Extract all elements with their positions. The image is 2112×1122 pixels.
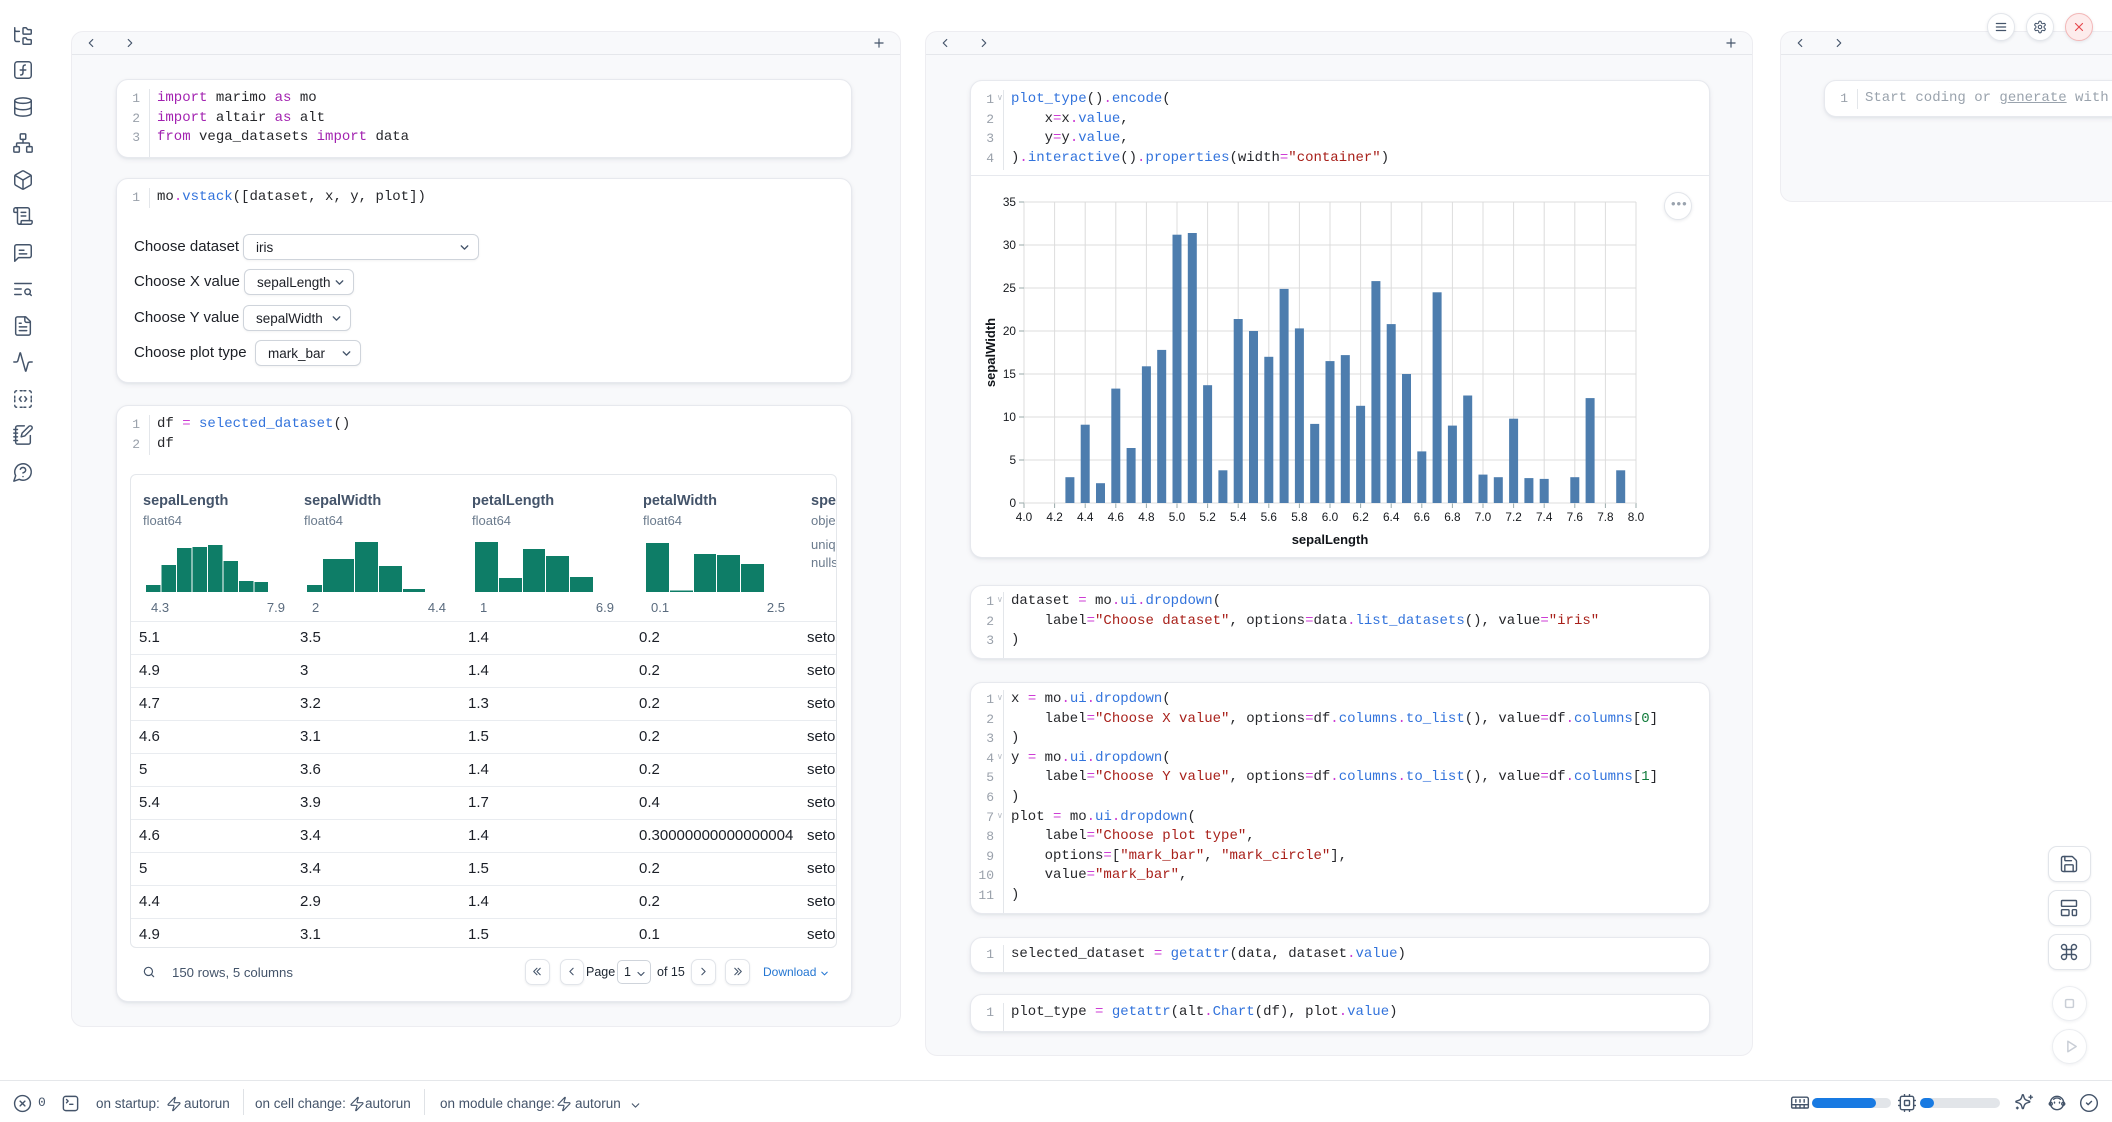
svg-text:5.8: 5.8 [1291,510,1308,524]
svg-text:7.0: 7.0 [1475,510,1492,524]
svg-text:6.0: 6.0 [1322,510,1339,524]
svg-text:6.8: 6.8 [1444,510,1461,524]
svg-text:4.8: 4.8 [1138,510,1155,524]
svg-text:5: 5 [1009,453,1016,467]
svg-text:4.2: 4.2 [1046,510,1062,524]
svg-text:6.4: 6.4 [1383,510,1400,524]
svg-text:10: 10 [1003,410,1017,424]
svg-text:7.6: 7.6 [1567,510,1584,524]
svg-text:7.2: 7.2 [1505,510,1521,524]
svg-text:5.6: 5.6 [1261,510,1278,524]
svg-text:8.0: 8.0 [1628,510,1645,524]
svg-text:7.8: 7.8 [1597,510,1614,524]
svg-text:5.0: 5.0 [1169,510,1186,524]
svg-text:35: 35 [1003,195,1017,209]
svg-text:6.2: 6.2 [1352,510,1368,524]
svg-text:30: 30 [1003,238,1017,252]
svg-text:sepalLength: sepalLength [1292,532,1369,547]
svg-text:7.4: 7.4 [1536,510,1553,524]
svg-text:25: 25 [1003,281,1017,295]
svg-text:4.6: 4.6 [1108,510,1125,524]
svg-text:6.6: 6.6 [1414,510,1431,524]
svg-text:4.4: 4.4 [1077,510,1094,524]
svg-text:4.0: 4.0 [1016,510,1033,524]
svg-text:20: 20 [1003,324,1017,338]
svg-text:5.2: 5.2 [1199,510,1215,524]
svg-text:5.4: 5.4 [1230,510,1247,524]
svg-text:0: 0 [1009,496,1016,510]
svg-text:15: 15 [1003,367,1017,381]
svg-text:sepalWidth: sepalWidth [983,318,998,387]
